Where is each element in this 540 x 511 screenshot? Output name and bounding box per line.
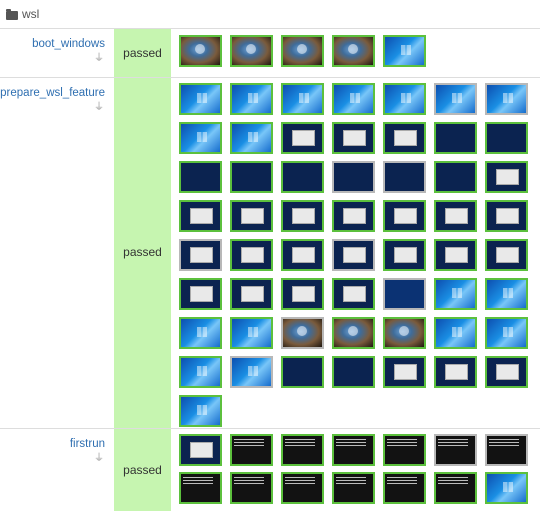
module-row-prepare-wsl-feature: prepare_wsl_feature ⏚ passed	[0, 78, 540, 429]
screenshot-thumbnail[interactable]	[281, 356, 324, 388]
screenshot-thumbnail[interactable]	[383, 472, 426, 504]
result-cell: passed	[114, 429, 171, 511]
screenshot-thumbnail[interactable]	[179, 83, 222, 115]
screenshot-thumbnail[interactable]	[230, 122, 273, 154]
breadcrumb: wsl	[0, 0, 540, 29]
screenshot-thumbnail[interactable]	[434, 472, 477, 504]
screenshot-thumbnail[interactable]	[332, 356, 375, 388]
screenshot-thumbnail[interactable]	[434, 122, 477, 154]
screenshot-thumbnail[interactable]	[179, 161, 222, 193]
screenshot-thumbnail[interactable]	[179, 35, 222, 67]
screenshot-thumbnail[interactable]	[281, 472, 324, 504]
plug-icon[interactable]: ⏚	[94, 103, 104, 113]
module-row-boot-windows: boot_windows ⏚ passed	[0, 29, 540, 78]
screenshot-thumbnail[interactable]	[179, 239, 222, 271]
screenshot-thumbnail[interactable]	[332, 434, 375, 466]
screenshot-thumbnail[interactable]	[281, 239, 324, 271]
screenshot-thumbnail[interactable]	[230, 239, 273, 271]
result-label: passed	[123, 46, 162, 60]
screenshot-thumbnail[interactable]	[383, 278, 426, 310]
screenshot-thumbnail[interactable]	[485, 472, 528, 504]
screenshot-thumbnail[interactable]	[281, 122, 324, 154]
screenshot-thumbnail[interactable]	[434, 434, 477, 466]
screenshot-thumbnail[interactable]	[281, 161, 324, 193]
screenshot-thumbnail[interactable]	[434, 239, 477, 271]
screenshot-thumbnail[interactable]	[383, 200, 426, 232]
module-link-prepare-wsl-feature[interactable]: prepare_wsl_feature	[0, 87, 105, 99]
module-link-boot-windows[interactable]: boot_windows	[32, 38, 105, 50]
screenshot-thumbnail[interactable]	[485, 83, 528, 115]
screenshot-thumbnail[interactable]	[485, 122, 528, 154]
screenshot-thumbnail[interactable]	[332, 83, 375, 115]
screenshot-thumbnail[interactable]	[383, 161, 426, 193]
screenshot-thumbnail[interactable]	[332, 239, 375, 271]
screenshot-thumbnail[interactable]	[485, 434, 528, 466]
screenshot-thumbnail[interactable]	[281, 317, 324, 349]
folder-open-icon	[6, 8, 18, 20]
screenshot-thumbnail[interactable]	[281, 278, 324, 310]
screenshot-thumbnail[interactable]	[230, 356, 273, 388]
screenshot-thumbnail[interactable]	[434, 161, 477, 193]
screenshot-thumbnail[interactable]	[332, 122, 375, 154]
screenshot-thumbnail[interactable]	[332, 35, 375, 67]
screenshot-thumbnail[interactable]	[230, 278, 273, 310]
screenshot-thumbnail[interactable]	[332, 472, 375, 504]
screenshot-thumbnail[interactable]	[179, 472, 222, 504]
module-row-firstrun: firstrun ⏚ passed	[0, 429, 540, 511]
screenshot-thumbnail[interactable]	[230, 161, 273, 193]
screenshot-thumbnail[interactable]	[383, 122, 426, 154]
screenshot-thumbnail[interactable]	[383, 434, 426, 466]
screenshot-thumbnail[interactable]	[281, 200, 324, 232]
screenshot-thumbnail[interactable]	[230, 434, 273, 466]
screenshot-thumbnail[interactable]	[485, 356, 528, 388]
screenshot-thumbnail[interactable]	[332, 200, 375, 232]
screenshot-thumbnail[interactable]	[179, 434, 222, 466]
screenshot-thumbnail[interactable]	[485, 161, 528, 193]
screenshot-thumbnail[interactable]	[332, 317, 375, 349]
screenshot-thumbnail[interactable]	[230, 472, 273, 504]
screenshot-thumbnail[interactable]	[179, 200, 222, 232]
screenshot-thumbnail[interactable]	[485, 200, 528, 232]
screenshot-thumbnail[interactable]	[230, 83, 273, 115]
screenshot-thumbnail[interactable]	[485, 278, 528, 310]
screenshot-thumbnail[interactable]	[179, 395, 222, 427]
screenshot-thumbnail[interactable]	[485, 317, 528, 349]
screenshot-thumbnail[interactable]	[434, 356, 477, 388]
screenshot-thumbnail[interactable]	[434, 83, 477, 115]
screenshot-thumbnail[interactable]	[179, 122, 222, 154]
screenshot-thumbnail[interactable]	[230, 200, 273, 232]
result-label: passed	[123, 463, 162, 477]
result-label: passed	[123, 245, 162, 259]
result-cell: passed	[114, 29, 171, 77]
page-title: wsl	[22, 7, 40, 21]
screenshot-thumbnail[interactable]	[383, 239, 426, 271]
screenshot-thumbnail[interactable]	[281, 434, 324, 466]
plug-icon[interactable]: ⏚	[94, 454, 104, 464]
screenshot-thumbnail[interactable]	[485, 239, 528, 271]
screenshot-thumbnail[interactable]	[383, 35, 426, 67]
screenshot-thumbnail[interactable]	[230, 317, 273, 349]
screenshot-thumbnail[interactable]	[179, 317, 222, 349]
result-cell: passed	[114, 78, 171, 428]
screenshot-thumbnail[interactable]	[230, 35, 273, 67]
screenshot-thumbnail[interactable]	[281, 83, 324, 115]
screenshot-thumbnail[interactable]	[434, 200, 477, 232]
screenshot-thumbnail[interactable]	[281, 35, 324, 67]
screenshot-thumbnail[interactable]	[383, 83, 426, 115]
screenshot-thumbnail[interactable]	[179, 356, 222, 388]
screenshot-thumbnail[interactable]	[434, 278, 477, 310]
screenshot-thumbnail[interactable]	[434, 317, 477, 349]
screenshot-thumbnail[interactable]	[179, 278, 222, 310]
screenshot-thumbnail[interactable]	[383, 317, 426, 349]
screenshot-thumbnail[interactable]	[332, 278, 375, 310]
screenshot-thumbnail[interactable]	[383, 356, 426, 388]
module-link-firstrun[interactable]: firstrun	[70, 438, 105, 450]
plug-icon[interactable]: ⏚	[94, 54, 104, 64]
screenshot-thumbnail[interactable]	[332, 161, 375, 193]
